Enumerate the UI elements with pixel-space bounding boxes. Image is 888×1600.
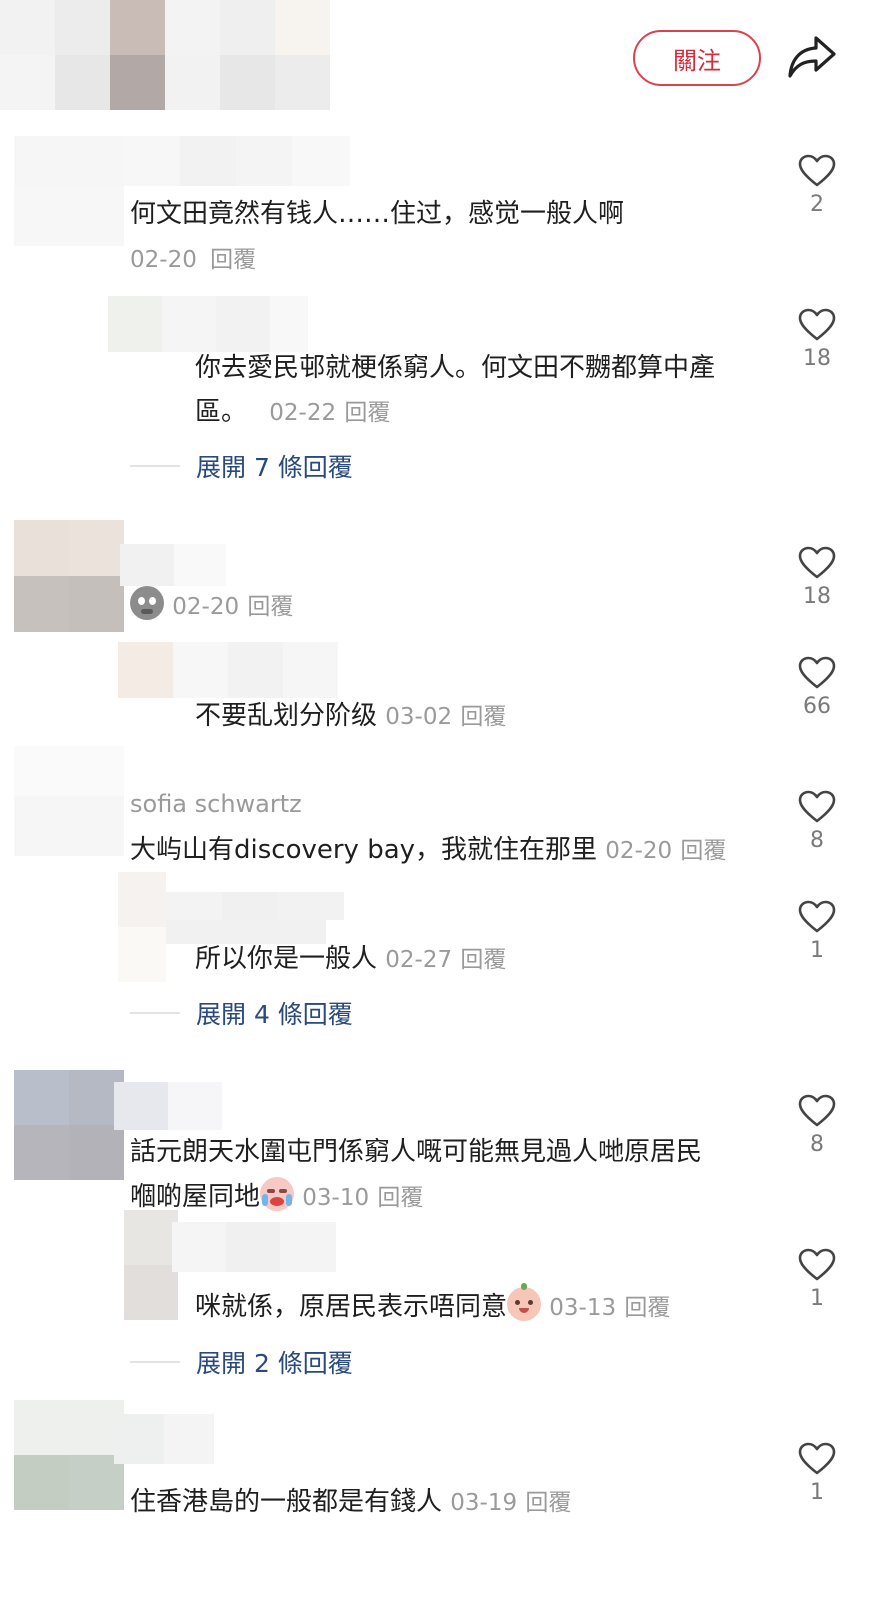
crying-face-emoji [260,1177,295,1211]
reply-button[interactable]: 回覆 [210,247,256,273]
like-button[interactable]: 1 [787,1248,847,1311]
comment-line: 大屿山有discovery bay，我就住在那里 02-20 回覆 [130,828,726,873]
divider-line [130,1012,180,1014]
like-count: 18 [803,346,831,371]
expand-replies-button[interactable]: 展開 4 條回覆 [130,995,353,1031]
heart-icon[interactable] [798,656,836,690]
reply-button[interactable]: 回覆 [624,1295,670,1321]
reply-button[interactable]: 回覆 [460,704,506,730]
reply-text-line2: 區。 02-22 回覆 [195,397,391,427]
expand-replies-label[interactable]: 展開 2 條回覆 [196,1344,353,1380]
like-count: 8 [810,1132,824,1157]
smiling-face-emoji [507,1283,542,1321]
reply-line: 所以你是一般人 02-27 回覆 [195,937,506,982]
reply-text: 你去愛民邨就梗係窮人。何文田不嬲都算中產 [195,353,716,383]
heart-icon[interactable] [798,900,836,934]
expand-replies-button[interactable]: 展開 7 條回覆 [130,448,353,484]
reply-date: 02-22 [269,400,337,426]
author-avatar-blurred[interactable] [0,0,330,110]
follow-button[interactable]: 關注 [633,30,761,86]
like-button[interactable]: 66 [787,656,847,719]
like-button[interactable]: 1 [787,1442,847,1505]
comment-date: 02-20 [172,594,240,620]
like-button[interactable]: 8 [787,1094,847,1157]
heart-icon[interactable] [798,154,836,188]
like-count: 18 [803,584,831,609]
comment-date: 02-20 [605,838,673,864]
like-button[interactable]: 18 [787,308,847,371]
divider-line [130,1361,180,1363]
share-icon[interactable] [786,34,838,80]
reply-button[interactable]: 回覆 [460,947,506,973]
comment-text: 話元朗天水圍屯門係窮人嘅可能無見過人哋原居民 [130,1137,703,1167]
comment-meta: 02-20 回覆 [130,238,256,282]
like-button[interactable]: 1 [787,900,847,963]
reply-date: 03-13 [549,1295,617,1321]
divider-line [130,465,180,467]
like-count: 2 [810,192,824,217]
reply-text: 所以你是一般人 [195,944,378,974]
avatar-blurred[interactable] [108,296,308,352]
comment-line: 住香港島的一般都是有錢人 03-19 回覆 [130,1480,571,1525]
reply-line: 咪就係，原居民表示唔同意 03-13 回覆 [195,1283,670,1330]
comment-date: 02-20 [130,247,197,273]
reply-line: 不要乱划分阶级 03-02 回覆 [195,694,506,739]
heart-icon[interactable] [798,1248,836,1282]
like-count: 1 [810,1286,824,1311]
like-button[interactable]: 2 [787,154,847,217]
comment-text: 何文田竟然有钱人……住过，感觉一般人啊 [130,199,625,229]
heart-icon[interactable] [798,546,836,580]
comment-text: 住香港島的一般都是有錢人 [130,1487,443,1517]
like-count: 8 [810,828,824,853]
reply-text: 不要乱划分阶级 [195,701,378,731]
skull-face-emoji [130,586,164,620]
reply-button[interactable]: 回覆 [247,594,293,620]
like-count: 1 [810,1480,824,1505]
like-button[interactable]: 18 [787,546,847,609]
heart-icon[interactable] [798,308,836,342]
like-count: 66 [803,694,831,719]
heart-icon[interactable] [798,1094,836,1128]
username[interactable]: sofia schwartz [130,790,302,818]
expand-replies-button[interactable]: 展開 2 條回覆 [130,1344,353,1380]
avatar-blurred[interactable] [118,642,338,698]
reply-text: 咪就係，原居民表示唔同意 [195,1292,508,1322]
comment-date: 03-10 [302,1185,370,1211]
reply-date: 02-27 [385,947,453,973]
comment-text: 大屿山有discovery bay，我就住在那里 [130,835,598,865]
heart-icon[interactable] [798,790,836,824]
reply-button[interactable]: 回覆 [377,1185,423,1211]
reply-date: 03-02 [385,704,453,730]
like-count: 1 [810,938,824,963]
reply-button[interactable]: 回覆 [525,1490,571,1516]
reply-button[interactable]: 回覆 [344,400,390,426]
avatar-blurred[interactable] [14,746,124,856]
reply-button[interactable]: 回覆 [680,838,726,864]
heart-icon[interactable] [798,1442,836,1476]
like-button[interactable]: 8 [787,790,847,853]
expand-replies-label[interactable]: 展開 4 條回覆 [196,995,353,1031]
comment-meta: 02-20 回覆 [130,584,293,629]
expand-replies-label[interactable]: 展開 7 條回覆 [196,448,353,484]
comment-date: 03-19 [450,1490,518,1516]
